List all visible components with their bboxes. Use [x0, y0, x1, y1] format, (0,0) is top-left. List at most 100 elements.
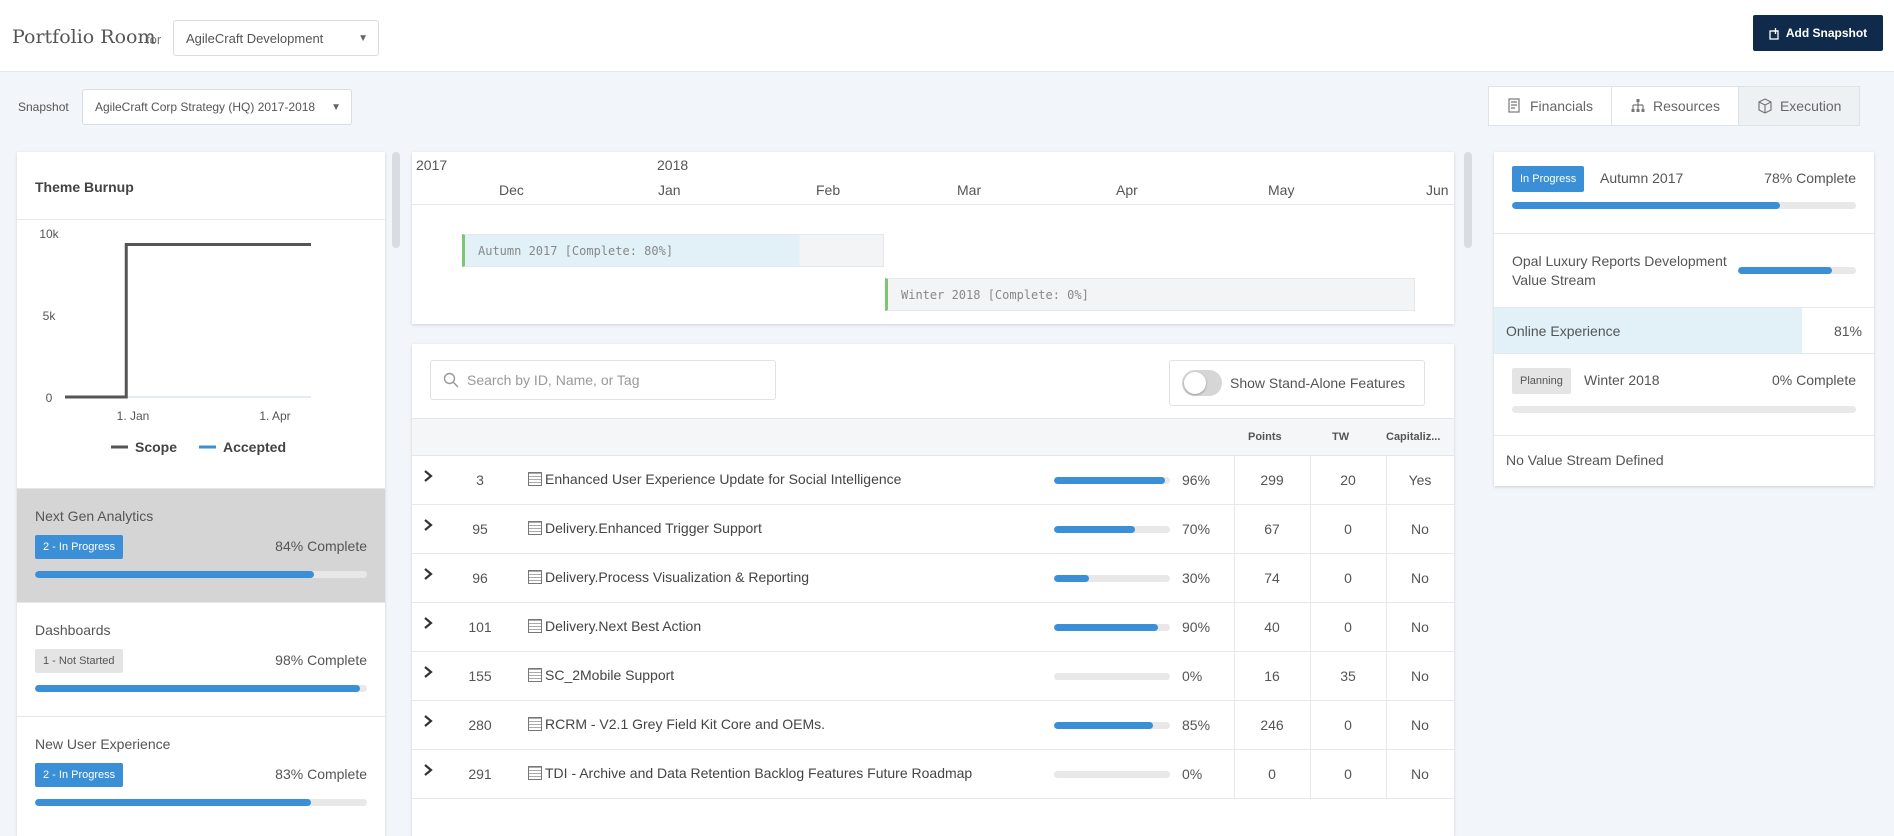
resources-icon [1631, 99, 1645, 112]
table-row[interactable]: 95 Delivery.Enhanced Trigger Support 70% 67… [412, 505, 1454, 554]
search-input[interactable]: Search by ID, Name, or Tag [430, 360, 776, 400]
feature-name[interactable]: Delivery.Enhanced Trigger Support [528, 520, 762, 536]
expand-button[interactable] [422, 518, 434, 537]
feature-id: 96 [472, 570, 488, 586]
expand-button[interactable] [422, 763, 434, 782]
expand-button[interactable] [422, 714, 434, 733]
document-icon [528, 570, 542, 584]
series-line-scope [65, 242, 311, 399]
feature-percent: 30% [1182, 570, 1211, 586]
feature-points: 246 [1260, 717, 1284, 733]
feature-name-text: Delivery.Next Best Action [545, 618, 702, 634]
chevron-right-icon[interactable] [422, 616, 434, 630]
pi-winter-2018[interactable]: Planning Winter 2018 0% Complete [1494, 354, 1874, 436]
x-tick-label: 1. Jan [117, 409, 150, 423]
expand-button[interactable] [422, 665, 434, 684]
tab-execution[interactable]: Execution [1738, 87, 1860, 125]
feature-name-text: Delivery.Enhanced Trigger Support [545, 520, 762, 536]
add-snapshot-button[interactable]: Add Snapshot [1753, 15, 1883, 51]
pi-name: Winter 2018 [1584, 372, 1660, 388]
online-experience-name: Online Experience [1506, 323, 1621, 339]
burnup-header: Theme Burnup [17, 152, 385, 220]
feature-tw: 20 [1340, 472, 1356, 488]
chevron-right-icon[interactable] [422, 567, 434, 581]
table-row[interactable]: 3 Enhanced User Experience Update for Soc… [412, 456, 1454, 505]
feature-id: 95 [472, 521, 488, 537]
feature-progress-bar [1054, 771, 1170, 778]
timeline-bar-winter-2018[interactable]: Winter 2018 [Complete: 0%] [885, 278, 1415, 311]
document-icon [528, 619, 542, 633]
stand-alone-toggle[interactable]: Show Stand-Alone Features [1169, 360, 1425, 406]
expand-button[interactable] [422, 567, 434, 586]
tab-resources[interactable]: Resources [1612, 87, 1739, 125]
theme-item-next-gen-analytics[interactable]: Next Gen Analytics 2 - In Progress 84% C… [17, 488, 385, 602]
snapshot-label: Snapshot [18, 100, 69, 114]
toggle-label: Show Stand-Alone Features [1230, 375, 1406, 391]
online-experience-item[interactable]: Online Experience 81% [1494, 308, 1874, 354]
feature-capitalized: No [1411, 766, 1429, 782]
feature-points: 74 [1264, 570, 1280, 586]
execution-panel: In Progress Autumn 2017 78% Complete Opa… [1494, 152, 1874, 486]
column-capitalized[interactable]: Capitaliz... [1386, 431, 1440, 443]
feature-tw: 0 [1344, 766, 1352, 782]
theme-percent: 83% Complete [275, 766, 367, 782]
theme-item-new-user-experience[interactable]: New User Experience 2 - In Progress 83% … [17, 716, 385, 830]
feature-name-text: Enhanced User Experience Update for Soci… [545, 471, 902, 487]
feature-progress-bar [1054, 575, 1170, 582]
expand-button[interactable] [422, 616, 434, 635]
chevron-right-icon[interactable] [422, 469, 434, 483]
timeline-scrollbar[interactable] [1464, 152, 1472, 248]
table-row[interactable]: 96 Delivery.Process Visualization & Repor… [412, 554, 1454, 603]
chevron-right-icon[interactable] [422, 518, 434, 532]
tab-financials[interactable]: Financials [1489, 87, 1613, 125]
feature-name[interactable]: Delivery.Process Visualization & Reporti… [528, 569, 809, 585]
no-value-stream-text: No Value Stream Defined [1506, 452, 1664, 468]
pi-autumn-2017[interactable]: In Progress Autumn 2017 78% Complete [1494, 152, 1874, 234]
table-row[interactable]: 280 RCRM - V2.1 Grey Field Kit Core and O… [412, 701, 1454, 750]
timeline-bar-autumn-2017[interactable]: Autumn 2017 [Complete: 80%] [462, 234, 884, 267]
legend-accepted-label: Accepted [223, 439, 286, 455]
feature-id: 280 [468, 717, 492, 733]
expand-button[interactable] [422, 469, 434, 488]
theme-item-dashboards[interactable]: Dashboards 1 - Not Started 98% Complete [17, 602, 385, 716]
month-label: Jan [658, 182, 681, 198]
feature-name[interactable]: TDI - Archive and Data Retention Backlog… [528, 765, 972, 781]
column-tw[interactable]: TW [1332, 431, 1349, 443]
left-scrollbar[interactable] [392, 152, 400, 248]
feature-progress-bar [1054, 624, 1170, 631]
online-experience-percent: 81% [1833, 323, 1862, 339]
org-select[interactable]: AgileCraft Development ▼ [173, 20, 379, 56]
table-row[interactable]: 291 TDI - Archive and Data Retention Back… [412, 750, 1454, 799]
chevron-down-icon: ▼ [331, 101, 341, 113]
top-bar: Portfolio Room for AgileCraft Developmen… [0, 0, 1894, 72]
legend-scope-label: Scope [135, 439, 177, 455]
feature-progress-bar [1054, 526, 1170, 533]
column-points[interactable]: Points [1248, 431, 1282, 443]
feature-capitalized: No [1411, 570, 1429, 586]
theme-progress-bar [35, 571, 367, 578]
search-icon [443, 372, 459, 388]
chevron-right-icon[interactable] [422, 763, 434, 777]
table-row[interactable]: 101 Delivery.Next Best Action 90% 40 0 No [412, 603, 1454, 652]
toggle-switch[interactable] [1182, 370, 1222, 396]
chevron-right-icon[interactable] [422, 665, 434, 679]
timeline-divider [412, 204, 1454, 205]
feature-name-text: RCRM - V2.1 Grey Field Kit Core and OEMs… [545, 716, 826, 732]
feature-name[interactable]: RCRM - V2.1 Grey Field Kit Core and OEMs… [528, 716, 825, 732]
org-select-value: AgileCraft Development [186, 30, 324, 46]
value-stream-item[interactable]: Opal Luxury Reports Development Value St… [1494, 234, 1874, 308]
feature-name[interactable]: SC_2Mobile Support [528, 667, 674, 683]
feature-name[interactable]: Delivery.Next Best Action [528, 618, 701, 634]
chevron-right-icon[interactable] [422, 714, 434, 728]
feature-percent: 90% [1182, 619, 1211, 635]
table-row[interactable]: 155 SC_2Mobile Support 0% 16 35 No [412, 652, 1454, 701]
snapshot-select[interactable]: AgileCraft Corp Strategy (HQ) 2017-2018 … [82, 89, 352, 125]
value-stream-progress-bar [1738, 267, 1856, 274]
y-tick-label: 0 [46, 391, 53, 405]
search-placeholder: Search by ID, Name, or Tag [467, 372, 640, 388]
feature-name[interactable]: Enhanced User Experience Update for Soci… [528, 471, 901, 487]
feature-id: 3 [476, 472, 484, 488]
feature-progress-bar [1054, 673, 1170, 680]
theme-progress-bar [35, 799, 367, 806]
month-label: Jun [1426, 182, 1449, 198]
